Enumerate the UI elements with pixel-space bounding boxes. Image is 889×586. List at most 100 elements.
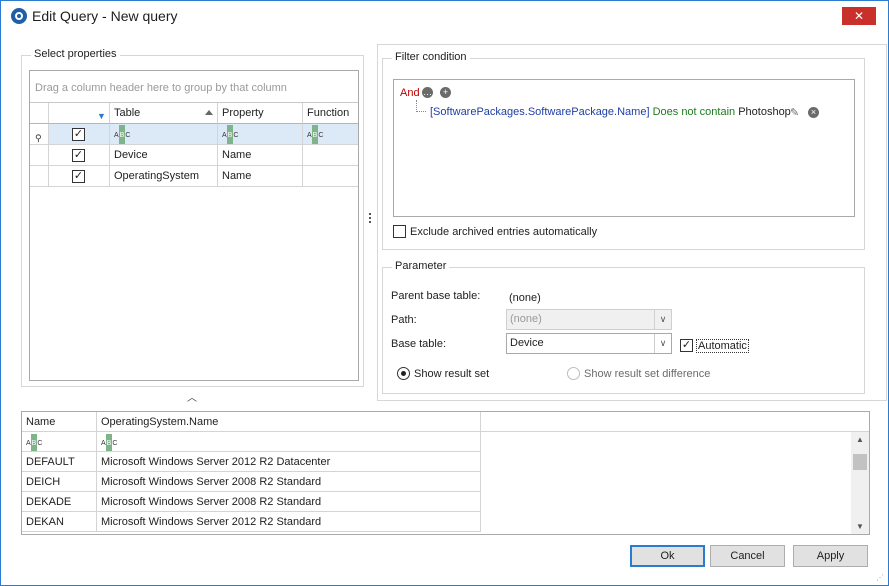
column-header-property[interactable]: Property — [218, 103, 303, 124]
show-result-set-radio[interactable] — [397, 367, 410, 380]
parameter-legend: Parameter — [392, 260, 450, 272]
filter-checkbox[interactable]: ✓ — [72, 128, 85, 141]
scroll-down-icon[interactable]: ▼ — [851, 519, 869, 534]
filter-editor[interactable]: And … + [SoftwarePackages.SoftwarePackag… — [393, 79, 855, 217]
cancel-button[interactable]: Cancel — [710, 545, 785, 567]
show-result-diff-radio[interactable] — [567, 367, 580, 380]
exclude-archived-label: Exclude archived entries automatically — [410, 225, 598, 238]
auto-filter-row: ⚲ ✓ ABC ABC ABC — [30, 124, 358, 145]
more-options-icon[interactable]: … — [422, 87, 433, 98]
show-result-set-label: Show result set — [414, 367, 490, 380]
abc-filter-icon: ABC — [222, 125, 238, 144]
edit-query-window: Edit Query - New query ✕ Select properti… — [0, 0, 889, 586]
cell-table[interactable]: OperatingSystem — [110, 166, 218, 187]
collapse-up-icon[interactable]: ︿ — [187, 389, 197, 404]
parameter-group: Parameter Parent base table: (none) Path… — [382, 260, 865, 394]
show-result-set-option[interactable]: Show result set — [397, 367, 489, 380]
results-header-os-name[interactable]: OperatingSystem.Name — [97, 412, 481, 432]
and-operator-label[interactable]: And — [400, 87, 420, 99]
properties-grid: Drag a column header here to group by th… — [29, 70, 359, 381]
apply-button[interactable]: Apply — [793, 545, 868, 567]
close-button[interactable]: ✕ — [842, 7, 876, 25]
table-row[interactable]: Microsoft Windows Server 2008 R2 Standar… — [97, 472, 481, 492]
cell-table[interactable]: Device — [110, 145, 218, 166]
title-bar: Edit Query - New query ✕ — [1, 1, 888, 32]
filter-condition-row[interactable]: [SoftwarePackages.SoftwarePackage.Name] … — [430, 106, 791, 118]
chevron-down-icon[interactable]: ∨ — [654, 334, 671, 353]
row-indicator — [30, 145, 49, 166]
properties-header-row: ▼ Table Property Function — [30, 103, 358, 124]
table-row[interactable]: Microsoft Windows Server 2012 R2 Datacen… — [97, 452, 481, 472]
results-scrollbar[interactable]: ▲ ▼ — [851, 432, 869, 534]
checkbox-column-header[interactable]: ▼ — [49, 103, 110, 124]
results-header-name[interactable]: Name — [22, 412, 97, 432]
row-indicator-header — [30, 103, 49, 124]
base-table-label: Base table: — [391, 338, 447, 350]
add-condition-icon[interactable]: + — [440, 87, 451, 98]
table-row[interactable]: Microsoft Windows Server 2012 R2 Standar… — [97, 512, 481, 532]
filter-icon[interactable]: ▼ — [97, 106, 106, 123]
exclude-archived-option[interactable]: Exclude archived entries automatically — [393, 225, 597, 238]
abc-filter-icon: ABC — [101, 434, 117, 451]
abc-filter-icon: ABC — [26, 434, 42, 451]
condition-operator[interactable]: Does not contain — [653, 106, 736, 118]
automatic-checkbox[interactable]: ✓ — [680, 339, 693, 352]
window-title: Edit Query - New query — [32, 8, 178, 24]
table-row[interactable]: ✓ Device Name — [30, 145, 358, 166]
condition-value[interactable]: Photoshop — [738, 106, 791, 118]
condition-field[interactable]: [SoftwarePackages.SoftwarePackage.Name] — [430, 106, 650, 118]
row-checkbox[interactable]: ✓ — [72, 170, 85, 183]
table-row[interactable]: DEKAN — [22, 512, 97, 532]
filter-checkbox-cell[interactable]: ✓ — [49, 124, 110, 145]
select-properties-legend: Select properties — [31, 48, 120, 60]
results-filter-os-name[interactable]: ABC — [97, 432, 481, 452]
tree-connector — [416, 100, 426, 112]
scroll-up-icon[interactable]: ▲ — [851, 432, 869, 448]
column-header-table[interactable]: Table — [110, 103, 218, 124]
group-by-hint[interactable]: Drag a column header here to group by th… — [30, 71, 358, 103]
results-header-empty — [481, 412, 869, 432]
parent-base-table-label: Parent base table: — [391, 290, 481, 302]
cell-function[interactable] — [303, 166, 358, 187]
cell-property[interactable]: Name — [218, 166, 303, 187]
show-result-diff-label: Show result set difference — [584, 367, 711, 380]
pin-icon: ⚲ — [35, 133, 42, 143]
automatic-option[interactable]: ✓ Automatic — [680, 338, 749, 353]
resize-grip-icon[interactable]: ⋰ — [876, 573, 886, 583]
table-row[interactable]: DEICH — [22, 472, 97, 492]
vertical-splitter[interactable] — [369, 213, 372, 227]
chevron-down-icon: ∨ — [654, 310, 671, 329]
row-checkbox-cell[interactable]: ✓ — [49, 145, 110, 166]
filter-cell-table[interactable]: ABC — [110, 124, 218, 145]
app-logo-icon — [11, 8, 27, 24]
filter-row-indicator: ⚲ — [30, 124, 49, 145]
filter-condition-legend: Filter condition — [392, 51, 470, 63]
filter-condition-group: Filter condition And … + [SoftwarePackag… — [382, 51, 865, 250]
filter-cell-property[interactable]: ABC — [218, 124, 303, 145]
horizontal-splitter[interactable] — [435, 405, 455, 414]
cell-function[interactable] — [303, 145, 358, 166]
abc-filter-icon: ABC — [307, 125, 323, 144]
results-filter-name[interactable]: ABC — [22, 432, 97, 452]
table-row[interactable]: ✓ OperatingSystem Name — [30, 166, 358, 187]
select-properties-group: Select properties Drag a column header h… — [21, 48, 364, 387]
table-row[interactable]: DEKADE — [22, 492, 97, 512]
scroll-thumb[interactable] — [853, 454, 867, 470]
column-header-function[interactable]: Function — [303, 103, 358, 124]
edit-pencil-icon[interactable]: ✎ — [790, 106, 799, 119]
ok-button[interactable]: Ok — [630, 545, 705, 567]
remove-condition-icon[interactable]: × — [808, 107, 819, 118]
row-checkbox-cell[interactable]: ✓ — [49, 166, 110, 187]
table-row[interactable]: Microsoft Windows Server 2008 R2 Standar… — [97, 492, 481, 512]
row-checkbox[interactable]: ✓ — [72, 149, 85, 162]
exclude-archived-checkbox[interactable] — [393, 225, 406, 238]
filter-cell-function[interactable]: ABC — [303, 124, 358, 145]
path-label: Path: — [391, 314, 417, 326]
cell-property[interactable]: Name — [218, 145, 303, 166]
show-result-diff-option[interactable]: Show result set difference — [567, 367, 710, 380]
table-row[interactable]: DEFAULT — [22, 452, 97, 472]
parent-base-table-value: (none) — [509, 292, 541, 304]
automatic-label: Automatic — [696, 338, 749, 353]
base-table-combo[interactable]: Device ∨ — [506, 333, 672, 354]
sort-ascending-icon — [205, 110, 213, 115]
